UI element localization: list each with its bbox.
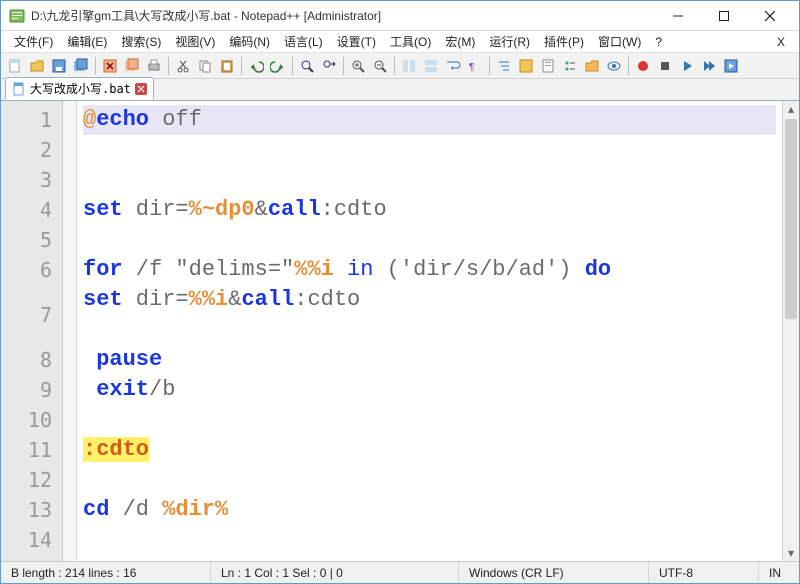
close-all-icon[interactable] <box>122 56 142 76</box>
minimize-button[interactable] <box>655 2 701 30</box>
toolbar-sep <box>628 57 629 75</box>
status-insert-mode[interactable]: IN <box>759 562 799 583</box>
save-all-icon[interactable] <box>71 56 91 76</box>
window-buttons <box>655 2 793 30</box>
svg-text:¶: ¶ <box>469 62 474 73</box>
stop-icon[interactable] <box>655 56 675 76</box>
line-number: 10 <box>1 405 62 435</box>
menu-macro[interactable]: 宏(M) <box>438 31 482 52</box>
line-number: 3 <box>1 165 62 195</box>
statusbar: B length : 214 lines : 16 Ln : 1 Col : 1… <box>1 561 799 583</box>
func-list-icon[interactable] <box>560 56 580 76</box>
menubar: 文件(F) 编辑(E) 搜索(S) 视图(V) 编码(N) 语言(L) 设置(T… <box>1 31 799 53</box>
menu-window[interactable]: 窗口(W) <box>591 31 648 52</box>
sync-v-icon[interactable] <box>399 56 419 76</box>
scroll-down-icon[interactable]: ▾ <box>783 545 799 561</box>
line-number: 11 <box>1 435 62 465</box>
line-number: 4 <box>1 195 62 225</box>
line-number: 14 <box>1 525 62 555</box>
menu-search[interactable]: 搜索(S) <box>114 31 168 52</box>
copy-icon[interactable] <box>195 56 215 76</box>
fold-column[interactable] <box>63 101 77 561</box>
print-icon[interactable] <box>144 56 164 76</box>
editor-area: 1 2 3 4 5 6 7 8 9 10 11 12 13 14 @echo o… <box>1 101 799 561</box>
toolbar-sep <box>95 57 96 75</box>
tab-label: 大写改成小写.bat <box>30 80 131 97</box>
line-number: 7 <box>1 285 62 345</box>
menu-mdi-close[interactable]: X <box>769 35 793 49</box>
cut-icon[interactable] <box>173 56 193 76</box>
find-icon[interactable] <box>297 56 317 76</box>
replace-icon[interactable] <box>319 56 339 76</box>
line-number: 1 <box>1 105 62 135</box>
menu-help[interactable]: ? <box>648 33 669 51</box>
maximize-button[interactable] <box>701 2 747 30</box>
window-title: D:\九龙引擎gm工具\大写改成小写.bat - Notepad++ [Admi… <box>31 7 655 24</box>
menu-settings[interactable]: 设置(T) <box>330 31 383 52</box>
menu-encoding[interactable]: 编码(N) <box>222 31 277 52</box>
lang-icon[interactable] <box>516 56 536 76</box>
doc-map-icon[interactable] <box>538 56 558 76</box>
tab-close-icon[interactable] <box>135 83 147 95</box>
app-window: D:\九龙引擎gm工具\大写改成小写.bat - Notepad++ [Admi… <box>0 0 800 584</box>
toolbar-sep <box>241 57 242 75</box>
vertical-scrollbar[interactable]: ▴ ▾ <box>782 101 799 561</box>
sync-h-icon[interactable] <box>421 56 441 76</box>
status-length: B length : 214 lines : 16 <box>1 562 211 583</box>
line-gutter[interactable]: 1 2 3 4 5 6 7 8 9 10 11 12 13 14 <box>1 101 63 561</box>
line-number: 6 <box>1 255 62 285</box>
line-number: 12 <box>1 465 62 495</box>
menu-plugins[interactable]: 插件(P) <box>537 31 591 52</box>
show-all-icon[interactable]: ¶ <box>465 56 485 76</box>
redo-icon[interactable] <box>268 56 288 76</box>
zoom-in-icon[interactable] <box>348 56 368 76</box>
tab-bar: 大写改成小写.bat <box>1 79 799 101</box>
zoom-out-icon[interactable] <box>370 56 390 76</box>
toolbar-sep <box>343 57 344 75</box>
scroll-up-icon[interactable]: ▴ <box>783 101 799 117</box>
toolbar-sep <box>168 57 169 75</box>
save-macro-icon[interactable] <box>721 56 741 76</box>
new-file-icon[interactable] <box>5 56 25 76</box>
file-icon <box>12 82 26 96</box>
menu-view[interactable]: 视图(V) <box>168 31 222 52</box>
menu-run[interactable]: 运行(R) <box>482 31 537 52</box>
status-encoding[interactable]: UTF-8 <box>649 562 759 583</box>
paste-icon[interactable] <box>217 56 237 76</box>
indent-guide-icon[interactable] <box>494 56 514 76</box>
toolbar-sep <box>394 57 395 75</box>
menu-edit[interactable]: 编辑(E) <box>60 31 114 52</box>
titlebar: D:\九龙引擎gm工具\大写改成小写.bat - Notepad++ [Admi… <box>1 1 799 31</box>
status-eol[interactable]: Windows (CR LF) <box>459 562 649 583</box>
undo-icon[interactable] <box>246 56 266 76</box>
wrap-icon[interactable] <box>443 56 463 76</box>
close-file-icon[interactable] <box>100 56 120 76</box>
menu-language[interactable]: 语言(L) <box>277 31 330 52</box>
status-position: Ln : 1 Col : 1 Sel : 0 | 0 <box>211 562 459 583</box>
toolbar-sep <box>489 57 490 75</box>
tab-active[interactable]: 大写改成小写.bat <box>5 77 154 100</box>
line-number: 2 <box>1 135 62 165</box>
menu-file[interactable]: 文件(F) <box>7 31 60 52</box>
scroll-thumb[interactable] <box>785 119 797 319</box>
toolbar-sep <box>292 57 293 75</box>
app-icon <box>9 8 25 24</box>
close-button[interactable] <box>747 2 793 30</box>
play-multi-icon[interactable] <box>699 56 719 76</box>
line-number: 5 <box>1 225 62 255</box>
line-number: 9 <box>1 375 62 405</box>
record-icon[interactable] <box>633 56 653 76</box>
line-number: 8 <box>1 345 62 375</box>
monitor-icon[interactable] <box>604 56 624 76</box>
menu-tools[interactable]: 工具(O) <box>383 31 438 52</box>
play-icon[interactable] <box>677 56 697 76</box>
open-file-icon[interactable] <box>27 56 47 76</box>
line-number: 13 <box>1 495 62 525</box>
save-icon[interactable] <box>49 56 69 76</box>
code-area[interactable]: @echo off set dir=%~dp0&call:cdto for /f… <box>77 101 782 561</box>
folder-icon[interactable] <box>582 56 602 76</box>
toolbar: ¶ <box>1 53 799 79</box>
